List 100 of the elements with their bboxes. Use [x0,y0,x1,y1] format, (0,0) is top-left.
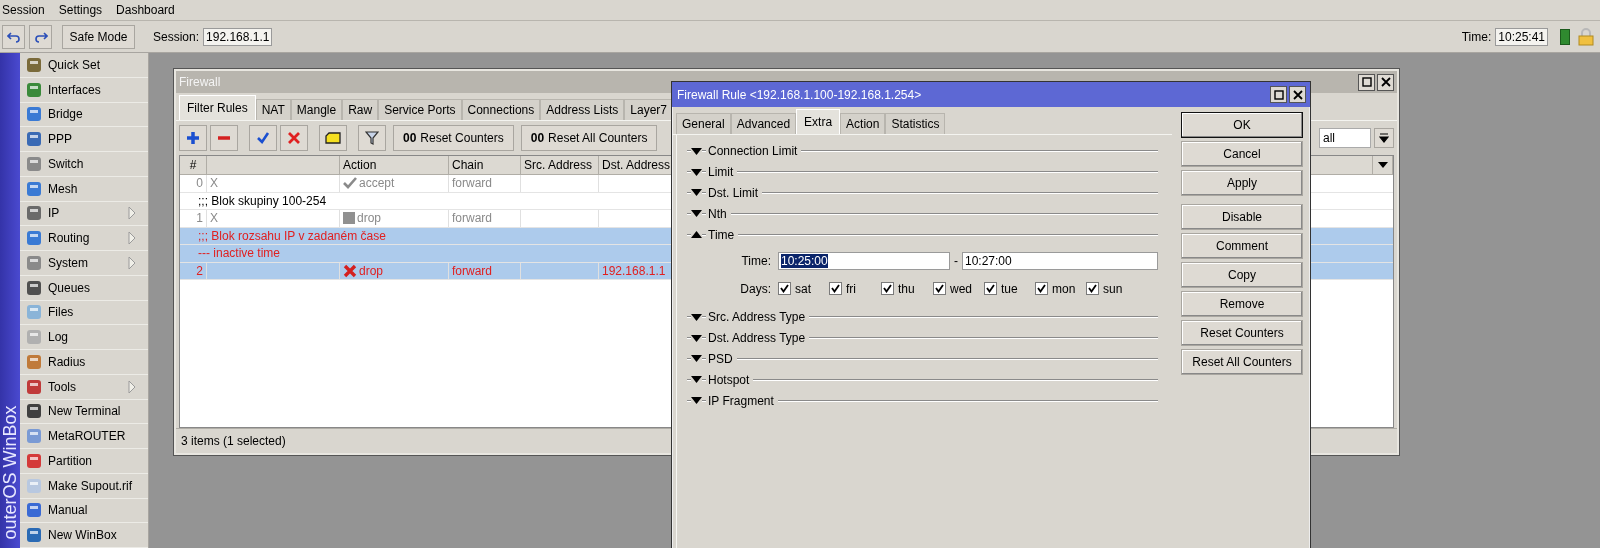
checkbox[interactable] [1086,282,1099,296]
sidebar-item[interactable]: Make Supout.rif [20,473,148,499]
column-header[interactable]: Action [340,156,449,175]
dialog-button[interactable]: Copy [1181,262,1303,288]
table-cell: X [207,210,340,227]
maximize-button[interactable] [1270,86,1287,103]
sidebar-item[interactable]: MetaROUTER [20,424,148,449]
column-header[interactable]: Src. Address [521,156,599,175]
tab[interactable]: Connections [461,99,541,120]
checkmark-icon [935,284,944,294]
dialog-button[interactable]: Remove [1181,291,1303,317]
tab[interactable]: NAT [255,99,291,120]
expand-icon[interactable] [691,168,702,176]
redo-button[interactable] [29,24,52,49]
collapse-icon[interactable] [691,231,702,239]
tab[interactable]: Service Ports [378,99,462,120]
time-from-field[interactable]: 10:25:00 [778,252,950,270]
tab[interactable]: Advanced [730,113,797,134]
close-button[interactable] [1377,73,1394,91]
add-button[interactable] [179,125,207,151]
checkbox[interactable] [778,282,791,296]
expand-icon[interactable] [691,397,702,405]
column-menu-button[interactable] [1373,156,1393,175]
section-label[interactable]: Connection Limit [708,144,798,159]
checkbox[interactable] [1035,282,1048,296]
sidebar-item[interactable]: Interfaces [20,77,148,103]
expand-icon[interactable] [691,376,702,384]
sidebar-item[interactable]: New WinBox [20,523,148,548]
menu-item[interactable]: Dashboard [116,3,175,17]
dialog-button[interactable]: Comment [1181,233,1303,259]
tab[interactable]: Statistics [885,113,946,134]
dialog-button[interactable]: Cancel [1181,141,1303,167]
dropdown-button[interactable] [1374,128,1394,148]
checkbox[interactable] [984,282,997,296]
time-to-field[interactable]: 10:27:00 [962,252,1158,270]
sidebar-item[interactable]: Bridge [20,102,148,128]
expand-icon[interactable] [691,189,702,197]
dialog-button[interactable]: OK [1181,112,1303,138]
tab[interactable]: Action [840,113,886,134]
expand-icon[interactable] [691,210,702,218]
session-field[interactable]: 192.168.1.1 [203,27,273,46]
close-button[interactable] [1289,86,1306,103]
maximize-button[interactable] [1358,73,1375,91]
checkbox[interactable] [933,282,946,296]
checkbox[interactable] [881,282,894,296]
column-header[interactable]: Chain [449,156,521,175]
tab[interactable]: Layer7 [624,99,673,120]
comment-button[interactable] [319,125,347,151]
session-label: Session: [153,29,200,44]
checkbox[interactable] [829,282,842,296]
sidebar-item[interactable]: Tools [20,374,148,400]
safe-mode-button[interactable]: Safe Mode [62,24,135,49]
tab[interactable]: Mangle [290,99,343,120]
column-header[interactable]: # [180,156,207,175]
remove-button[interactable] [210,125,238,151]
sidebar-item[interactable]: Radius [20,350,148,375]
undo-button[interactable] [2,24,25,49]
expand-icon[interactable] [691,313,702,321]
menu-item[interactable]: Settings [58,3,103,17]
section-label[interactable]: Time [708,227,735,242]
filter-button[interactable] [358,125,386,151]
sidebar-item[interactable]: Manual [20,498,148,524]
checkbox-label: thu [898,282,915,296]
sidebar-item[interactable]: Routing [20,226,148,251]
section-label[interactable]: Dst. Limit [708,186,758,200]
enable-button[interactable] [249,125,277,151]
disable-button[interactable] [280,125,308,151]
sidebar-item[interactable]: New Terminal [20,399,148,425]
dialog-button[interactable]: Reset All Counters [1181,349,1303,375]
tab[interactable]: Address Lists [540,99,625,120]
sidebar-item[interactable]: Partition [20,449,148,474]
dialog-button[interactable]: Apply [1181,170,1303,196]
expand-icon[interactable] [691,355,702,363]
section-label[interactable]: PSD [708,351,733,366]
sidebar-item[interactable]: IP [20,201,148,227]
sidebar-item[interactable]: Queues [20,275,148,301]
section-label[interactable]: Hotspot [708,372,750,387]
section-label[interactable]: Nth [708,206,727,221]
section-label[interactable]: IP Fragment [708,393,774,408]
expand-icon[interactable] [691,334,702,342]
menu-item[interactable]: Session [2,3,45,17]
tab[interactable]: Extra [796,109,841,134]
sidebar-item[interactable]: Quick Set [20,53,148,78]
reset-counters-button[interactable]: 00 Reset Counters [393,125,514,151]
section-label[interactable]: Dst. Address Type [708,331,806,346]
filter-field[interactable]: all [1319,128,1371,148]
sidebar-item[interactable]: PPP [20,127,148,152]
section-label[interactable]: Src. Address Type [708,310,806,325]
sidebar-item[interactable]: Files [20,300,148,326]
sidebar-item[interactable]: Log [20,325,148,350]
sidebar-item[interactable]: Switch [20,152,148,177]
reset-counters-button[interactable]: 00 Reset All Counters [520,125,658,151]
table-cell: 2 [180,262,207,279]
sidebar-item[interactable]: Mesh [20,176,148,202]
dialog-button[interactable]: Disable [1181,204,1303,230]
dialog-button[interactable]: Reset Counters [1181,320,1303,346]
tab[interactable]: General [676,113,731,134]
tab[interactable]: Raw [342,99,379,120]
tab[interactable]: Filter Rules [179,95,256,120]
sidebar-item[interactable]: System [20,251,148,276]
